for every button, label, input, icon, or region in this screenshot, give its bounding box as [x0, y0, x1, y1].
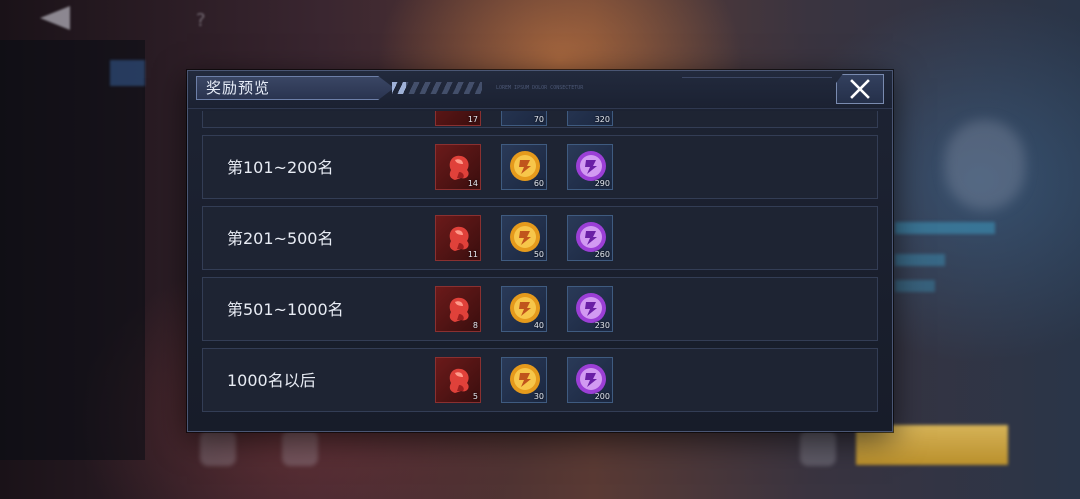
reward-quantity: 200	[594, 392, 610, 401]
reward-quantity: 8	[472, 321, 478, 330]
rank-range-label: 第201~500名	[227, 229, 334, 248]
reward-quantity: 50	[533, 250, 544, 259]
rank-range-label: 1000名以后	[227, 371, 316, 390]
reward-slot[interactable]: 40	[501, 286, 547, 332]
reward-slot[interactable]: 230	[567, 286, 613, 332]
reward-slot[interactable]: 200	[567, 357, 613, 403]
reward-row: 第101~200名 14 60 290	[202, 135, 878, 199]
header-deco-text: LOREM IPSUM DOLOR CONSECTETUR	[496, 85, 584, 91]
dialog-title: 奖励预览	[206, 79, 271, 97]
reward-slot[interactable]: 320	[567, 111, 613, 126]
menu-item-blurred	[60, 200, 130, 226]
rank-range-label: 第501~1000名	[227, 300, 344, 319]
reward-quantity: 290	[594, 179, 610, 188]
reward-slot[interactable]: 14	[435, 144, 481, 190]
reward-slot[interactable]: 30	[501, 357, 547, 403]
rank-range-label: 第101~200名	[227, 158, 334, 177]
reward-row: 第501~1000名 8 40 230	[202, 277, 878, 341]
header-line-decoration	[682, 77, 832, 105]
back-arrow-icon	[40, 6, 70, 30]
reward-slot[interactable]: 50	[501, 215, 547, 261]
reward-row: 1000名以后 5 30 200	[202, 348, 878, 412]
menu-item-blurred	[110, 60, 145, 86]
reward-quantity: 11	[467, 250, 478, 259]
reward-quantity: 17	[467, 115, 478, 124]
bottom-icon-blurred	[200, 430, 236, 466]
reward-row: 17 70 320	[202, 111, 878, 128]
reward-quantity: 60	[533, 179, 544, 188]
reward-slot[interactable]: 11	[435, 215, 481, 261]
reward-row: 第201~500名 11 50 260	[202, 206, 878, 270]
header-stripes-decoration	[392, 82, 482, 94]
close-icon	[850, 79, 870, 99]
reward-quantity: 40	[533, 321, 544, 330]
reward-list[interactable]: 17 70 320 第101~200名 14 60 290 第201~500名 …	[202, 111, 878, 415]
reward-preview-dialog: 奖励预览 LOREM IPSUM DOLOR CONSECTETUR 17 70…	[187, 70, 893, 432]
reward-slot[interactable]: 8	[435, 286, 481, 332]
help-icon: ?	[196, 10, 206, 31]
reward-quantity: 14	[467, 179, 478, 188]
reward-quantity: 30	[533, 392, 544, 401]
reward-slot[interactable]: 260	[567, 215, 613, 261]
reward-quantity: 70	[533, 115, 544, 124]
bottom-icon-blurred	[800, 430, 836, 466]
side-menu-blurred	[0, 40, 145, 460]
reward-quantity: 320	[594, 115, 610, 124]
reward-slot[interactable]: 70	[501, 111, 547, 126]
hero-portrait-blurred	[945, 120, 1025, 210]
menu-item-blurred	[60, 154, 130, 180]
reward-slot[interactable]: 5	[435, 357, 481, 403]
reward-slot[interactable]: 60	[501, 144, 547, 190]
reward-quantity: 230	[594, 321, 610, 330]
red-gem-icon	[449, 368, 469, 393]
reward-slot[interactable]: 290	[567, 144, 613, 190]
close-button[interactable]	[836, 74, 884, 104]
menu-item-blurred	[60, 108, 130, 134]
red-gem-icon	[449, 297, 469, 322]
reward-slot[interactable]: 17	[435, 111, 481, 126]
bottom-icon-blurred	[282, 430, 318, 466]
dialog-header: 奖励预览 LOREM IPSUM DOLOR CONSECTETUR	[188, 71, 892, 109]
info-lines-blurred	[895, 222, 1005, 302]
reward-quantity: 5	[472, 392, 478, 401]
reward-quantity: 260	[594, 250, 610, 259]
